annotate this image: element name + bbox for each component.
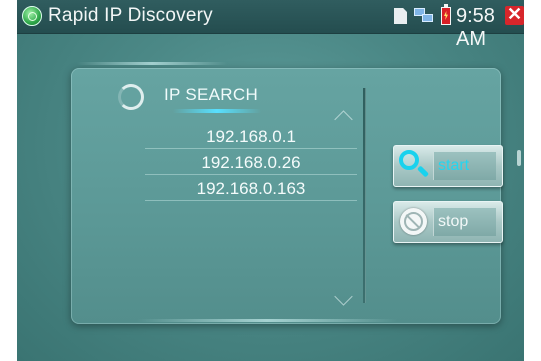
row-divider — [145, 148, 357, 149]
stop-icon — [400, 208, 427, 235]
row-divider — [145, 174, 357, 175]
ip-result-item[interactable]: 192.168.0.1 — [145, 125, 357, 149]
loading-spinner-icon — [118, 84, 144, 110]
panel-bottom-highlight — [137, 319, 397, 322]
start-button-label: start — [438, 157, 470, 174]
app-logo-icon — [22, 6, 42, 26]
stop-button[interactable]: stop — [393, 201, 503, 243]
side-drawer-handle[interactable] — [517, 150, 521, 166]
stop-button-label: stop — [438, 213, 469, 230]
app-title: Rapid IP Discovery — [48, 5, 213, 26]
close-icon: ✕ — [506, 4, 523, 24]
close-button[interactable]: ✕ — [505, 4, 524, 25]
ip-result-item[interactable]: 192.168.0.26 — [145, 151, 357, 175]
start-button[interactable]: start — [393, 145, 503, 187]
ip-result-item[interactable]: 192.168.0.163 — [145, 177, 357, 201]
panel-heading: IP SEARCH — [164, 85, 259, 104]
status-bar: Rapid IP Discovery 9:58 AM ✕ — [17, 0, 524, 50]
device-screen: Rapid IP Discovery 9:58 AM ✕ IP SEARCH 1… — [17, 0, 524, 361]
network-icon — [414, 8, 434, 24]
search-icon — [397, 148, 431, 182]
panel-divider — [363, 88, 366, 303]
row-divider — [145, 200, 357, 201]
sd-card-icon — [394, 8, 407, 24]
panel-top-highlight — [77, 62, 227, 65]
battery-charging-icon — [441, 4, 451, 25]
heading-underline — [173, 109, 261, 113]
